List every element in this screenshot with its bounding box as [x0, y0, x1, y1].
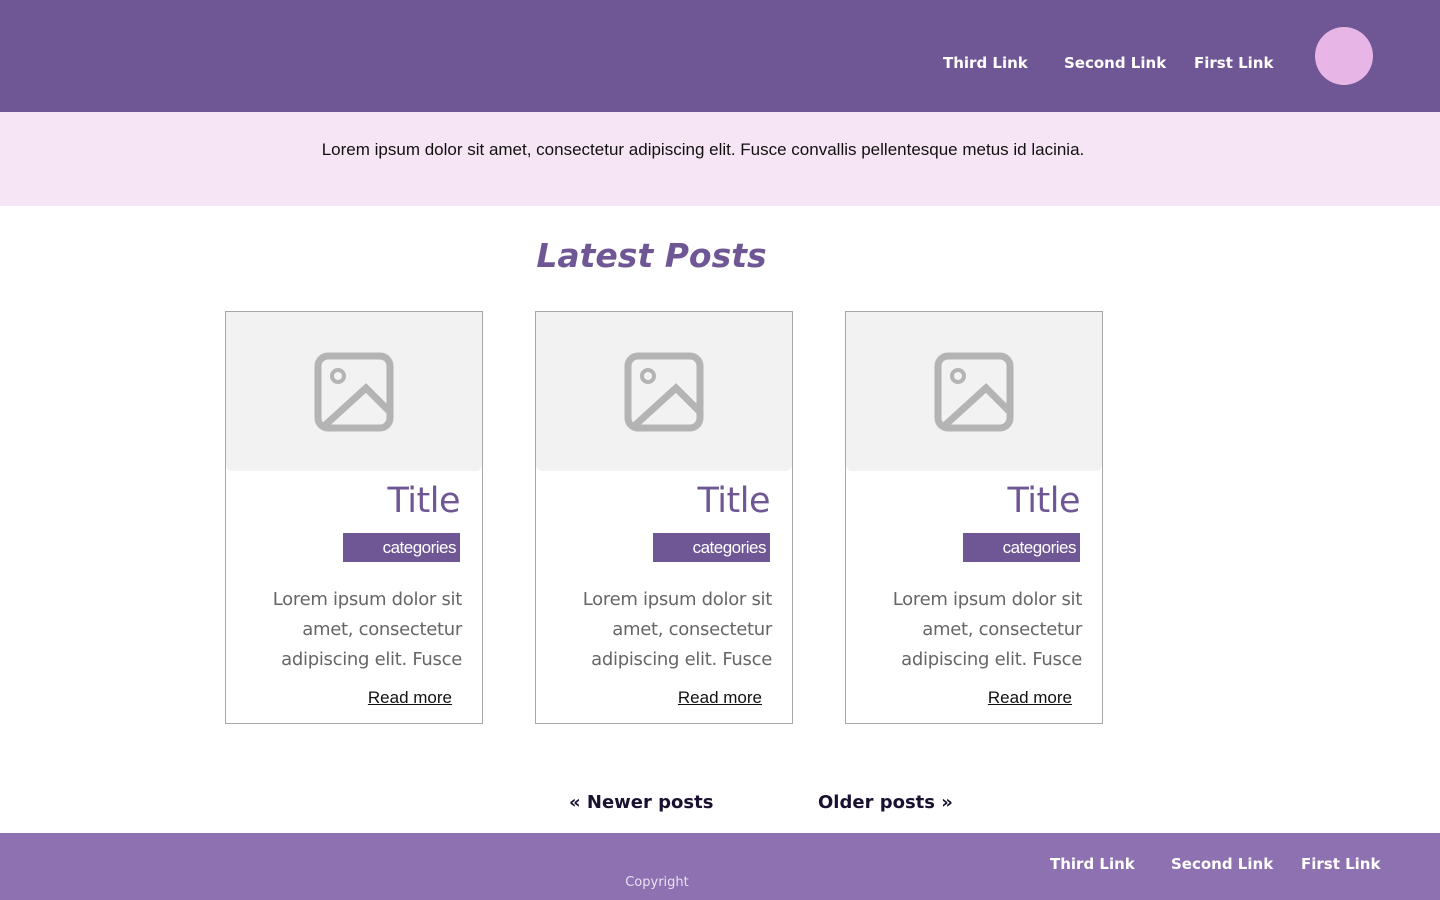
header-nav-third-link[interactable]: Third Link: [943, 52, 1028, 74]
post-card: Title categories Lorem ipsum dolor sit a…: [845, 311, 1103, 724]
image-placeholder-icon: [624, 352, 704, 432]
post-excerpt: Lorem ipsum dolor sit amet, consectetur …: [892, 589, 1083, 670]
footer-nav-third-link[interactable]: Third Link: [1050, 853, 1135, 875]
read-more-link[interactable]: Read more: [678, 687, 762, 709]
site-header: Third Link Second Link First Link: [0, 0, 1440, 112]
site-footer: Third Link Second Link First Link Copyri…: [0, 833, 1440, 900]
avatar[interactable]: [1315, 27, 1373, 85]
post-image: [226, 312, 482, 471]
image-placeholder-icon: [314, 352, 394, 432]
header-nav-second-link[interactable]: Second Link: [1064, 52, 1166, 74]
footer-nav-first-link[interactable]: First Link: [1301, 853, 1380, 875]
post-image: [846, 312, 1102, 471]
banner-text: Lorem ipsum dolor sit amet, consectetur …: [321, 140, 1085, 159]
post-category-badge[interactable]: categories: [653, 533, 770, 562]
header-nav-first-link[interactable]: First Link: [1194, 52, 1273, 74]
read-more-link[interactable]: Read more: [368, 687, 452, 709]
post-excerpt: Lorem ipsum dolor sit amet, consectetur …: [272, 589, 463, 670]
copyright-text: Copyright: [625, 875, 689, 890]
page-title: Latest Posts: [536, 236, 767, 275]
post-card: Title categories Lorem ipsum dolor sit a…: [535, 311, 793, 724]
newer-posts-link[interactable]: « Newer posts: [569, 790, 713, 816]
intro-banner: Lorem ipsum dolor sit amet, consectetur …: [0, 112, 1440, 206]
post-image: [536, 312, 792, 471]
post-card: Title categories Lorem ipsum dolor sit a…: [225, 311, 483, 724]
post-category-badge[interactable]: categories: [963, 533, 1080, 562]
post-title[interactable]: Title: [387, 478, 460, 524]
older-posts-link[interactable]: Older posts »: [818, 790, 953, 816]
post-category-badge[interactable]: categories: [343, 533, 460, 562]
footer-nav-second-link[interactable]: Second Link: [1171, 853, 1273, 875]
post-excerpt: Lorem ipsum dolor sit amet, consectetur …: [582, 589, 773, 670]
read-more-link[interactable]: Read more: [988, 687, 1072, 709]
image-placeholder-icon: [934, 352, 1014, 432]
post-title[interactable]: Title: [697, 478, 770, 524]
post-title[interactable]: Title: [1007, 478, 1080, 524]
